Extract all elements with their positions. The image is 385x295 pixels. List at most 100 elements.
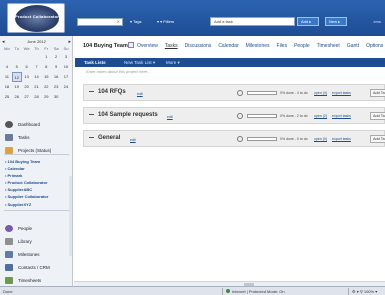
project-link[interactable]: • 104 Buying Team (5, 158, 71, 165)
calendar-day[interactable]: 15 (41, 72, 51, 82)
project-notes[interactable]: Enter notes about this project here... (86, 69, 150, 74)
calendar-day[interactable]: 21 (32, 82, 42, 92)
open-tasks-link[interactable]: open (4) (314, 91, 327, 95)
calendar-day[interactable]: 8 (41, 62, 51, 72)
tab-discussions[interactable]: Discussions (185, 43, 212, 49)
tab-people[interactable]: People (294, 43, 310, 49)
zoom-control[interactable]: ⚙ ▾ ⚲ 100% ▾ (352, 289, 377, 294)
tab-calendar[interactable]: Calendar (218, 43, 238, 49)
tab-tasks[interactable]: Tasks (165, 43, 178, 49)
filters-button[interactable]: ▾ ▾ Filters (157, 19, 174, 24)
add-task-input[interactable]: Add a task (210, 17, 295, 26)
tags-button[interactable]: ▾ Tags (130, 19, 142, 24)
calendar-day[interactable]: 23 (51, 82, 61, 92)
task-list-name[interactable]: 104 Sample requests (98, 112, 158, 118)
export-tasks-link[interactable]: export tasks (332, 91, 351, 95)
calendar-day[interactable] (12, 52, 22, 62)
sidebar-item-tasks[interactable]: Tasks (4, 133, 70, 142)
clear-search-icon[interactable]: ✕ (117, 19, 120, 25)
new-task-list-button[interactable]: New Task List ▾ (124, 60, 155, 66)
tab-timesheet[interactable]: Timesheet (317, 43, 340, 49)
calendar-day[interactable]: 3 (61, 52, 71, 62)
sidebar-item-dashboard[interactable]: Dashboard (4, 120, 70, 129)
calendar-day[interactable]: 9 (51, 62, 61, 72)
sidebar-item-milestones[interactable]: Milestones (4, 250, 70, 259)
calendar-day[interactable]: 1 (41, 52, 51, 62)
sidebar-item-contacts[interactable]: Contacts / CRM (4, 263, 70, 272)
open-tasks-link[interactable]: open (0) (314, 137, 327, 141)
project-list: • 104 Buying Team • Calendar • Primark •… (5, 158, 71, 208)
calendar-day[interactable]: 27 (22, 92, 32, 102)
tab-gantt[interactable]: Gantt (347, 43, 359, 49)
sidebar-item-timesheets[interactable]: Timesheets (4, 276, 70, 285)
calendar-day[interactable]: 11 (2, 72, 12, 82)
project-link[interactable]: • Product Collaborator (5, 179, 71, 186)
calendar-day[interactable]: 20 (22, 82, 32, 92)
refresh-icon[interactable] (237, 136, 243, 142)
calendar-day[interactable] (61, 92, 71, 102)
calendar-day[interactable]: 30 (51, 92, 61, 102)
calendar-day[interactable]: 17 (61, 72, 71, 82)
edit-link[interactable]: edit (167, 115, 173, 119)
calendar-day[interactable]: 7 (32, 62, 42, 72)
calendar-day[interactable] (2, 52, 12, 62)
security-zone[interactable]: Internet | Protected Mode: On (232, 289, 285, 294)
project-link[interactable]: • SupplierABC (5, 186, 71, 193)
calendar-day[interactable] (32, 52, 42, 62)
refresh-icon[interactable] (237, 113, 243, 119)
calendar-day-today[interactable]: 12 (11, 72, 22, 82)
calendar-day[interactable]: 29 (41, 92, 51, 102)
calendar-day[interactable]: 13 (22, 72, 32, 82)
collapse-icon[interactable] (89, 91, 94, 92)
task-list-name[interactable]: General (98, 135, 120, 141)
calendar-day[interactable]: 5 (12, 62, 22, 72)
calendar-day[interactable]: 22 (41, 82, 51, 92)
sidebar-item-people[interactable]: People (4, 224, 70, 233)
task-list-name[interactable]: 104 RFQs (98, 89, 126, 95)
calendar-day[interactable]: 4 (2, 62, 12, 72)
calendar-day[interactable]: 28 (32, 92, 42, 102)
calendar-day[interactable]: 6 (22, 62, 32, 72)
refresh-icon[interactable] (237, 90, 243, 96)
tab-options[interactable]: Options (366, 43, 383, 49)
project-link[interactable]: • Supplier Collaborator (5, 193, 71, 200)
calendar-day[interactable]: 25 (2, 92, 12, 102)
add-task-button[interactable]: Add Ta (370, 135, 385, 143)
collapse-icon[interactable] (89, 137, 94, 138)
project-menu-icon[interactable] (128, 42, 134, 48)
top-bar: Product Collaborator ✕ ▾ Tags ▾ ▾ Filter… (0, 0, 385, 36)
calendar-day[interactable] (22, 52, 32, 62)
sidebar-scrollbar[interactable] (69, 176, 72, 256)
new-button[interactable]: New ▸ (325, 17, 347, 26)
tab-files[interactable]: Files (277, 43, 288, 49)
search-input[interactable]: ✕ (77, 18, 123, 26)
calendar-day[interactable]: 24 (61, 82, 71, 92)
add-task-button[interactable]: Add Ta (370, 89, 385, 97)
calendar-day[interactable]: 10 (61, 62, 71, 72)
sidebar-divider (4, 154, 69, 155)
edit-link[interactable]: edit (137, 92, 143, 96)
project-link[interactable]: • SupplierXYZ (5, 201, 71, 208)
calendar-day[interactable]: 16 (51, 72, 61, 82)
more-menu-button[interactable]: More ▾ (166, 60, 180, 66)
calendar-next-icon[interactable]: ▸ (68, 39, 71, 45)
app-logo[interactable]: Product Collaborator (7, 3, 65, 33)
tab-milestones[interactable]: Milestones (246, 43, 270, 49)
contacts-icon (5, 264, 13, 271)
calendar-day[interactable]: 26 (12, 92, 22, 102)
sidebar-item-library[interactable]: Library (4, 237, 70, 246)
collapse-icon[interactable] (89, 114, 94, 115)
add-task-button[interactable]: Add Ta (370, 112, 385, 120)
open-tasks-link[interactable]: open (2) (314, 114, 327, 118)
project-link[interactable]: • Primark (5, 172, 71, 179)
calendar-day[interactable]: 19 (12, 82, 22, 92)
calendar-day[interactable]: 14 (32, 72, 42, 82)
edit-link[interactable]: edit (130, 138, 136, 142)
calendar-day[interactable]: 2 (51, 52, 61, 62)
export-tasks-link[interactable]: export tasks (332, 114, 351, 118)
calendar-day[interactable]: 18 (2, 82, 12, 92)
export-tasks-link[interactable]: export tasks (332, 137, 351, 141)
project-link[interactable]: • Calendar (5, 165, 71, 172)
tab-overview[interactable]: Overview (137, 43, 158, 49)
add-button[interactable]: Add ▸ (297, 17, 319, 26)
